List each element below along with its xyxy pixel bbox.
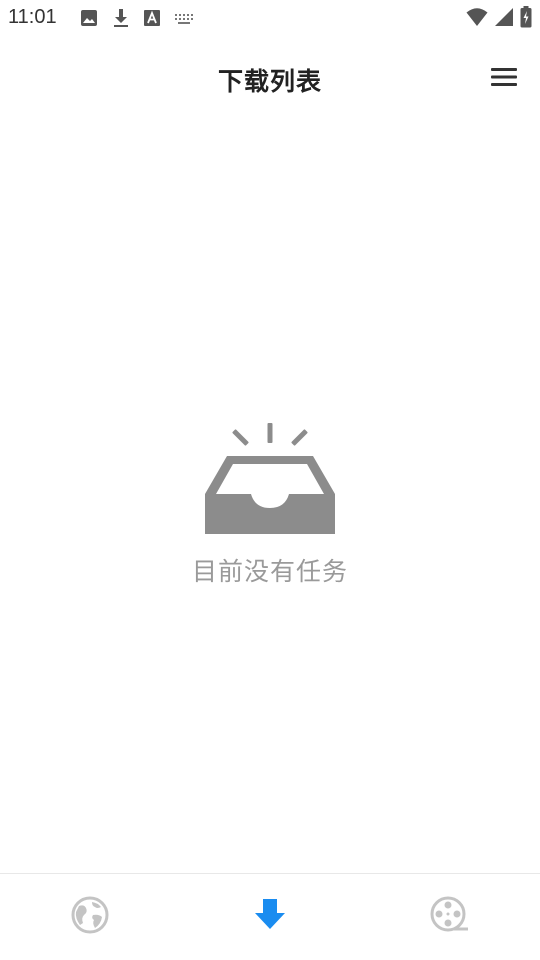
empty-state: 目前没有任务 — [0, 420, 540, 588]
status-time: 11:01 — [8, 6, 57, 28]
empty-inbox-icon — [0, 420, 540, 536]
keyboard-icon — [174, 11, 194, 30]
globe-icon — [71, 896, 109, 938]
nav-item-browser[interactable] — [0, 874, 180, 960]
menu-button[interactable] — [490, 65, 518, 89]
status-icons-left — [80, 8, 194, 32]
nav-item-videos[interactable] — [360, 874, 540, 960]
hamburger-menu-icon — [490, 68, 518, 93]
image-icon — [80, 9, 98, 31]
download-icon — [112, 8, 130, 32]
bottom-nav — [0, 873, 540, 960]
film-reel-icon — [430, 896, 470, 938]
page-title: 下载列表 — [217, 67, 322, 96]
empty-message: 目前没有任务 — [191, 557, 348, 586]
screen: 11:01 下载列表 目前没有任务 — [0, 0, 540, 960]
nav-item-downloads[interactable] — [180, 874, 360, 960]
signal-icon — [494, 7, 514, 31]
wifi-icon — [466, 7, 488, 31]
battery-icon — [520, 6, 532, 32]
text-a-icon — [144, 10, 160, 30]
app-bar: 下载列表 — [0, 36, 540, 120]
download-arrow-icon — [253, 897, 287, 937]
status-icons-right — [466, 6, 532, 32]
status-bar: 11:01 — [0, 0, 540, 36]
